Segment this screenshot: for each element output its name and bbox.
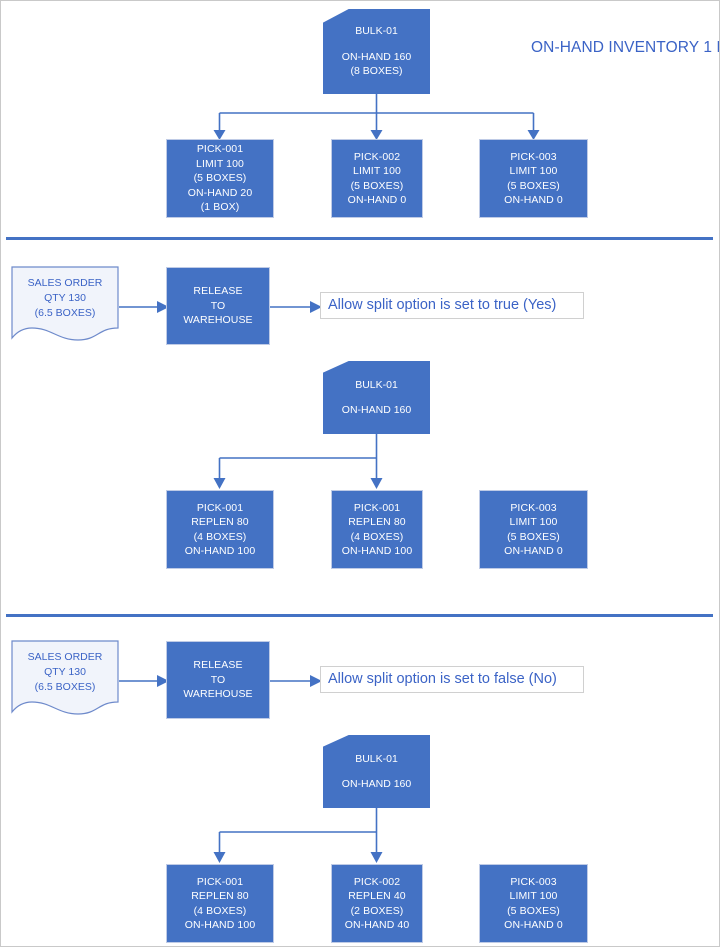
pick-line2-1-3: (5 BOXES) bbox=[507, 179, 560, 192]
pick-id-1-1: PICK-001 bbox=[196, 143, 244, 156]
pick-box-2-2[interactable]: PICK-001 REPLEN 80 (4 BOXES) ON-HAND 100 bbox=[331, 490, 423, 569]
pick-line3-2-1: ON-HAND 100 bbox=[184, 545, 256, 557]
pick-line2-2-2: (4 BOXES) bbox=[350, 530, 404, 543]
pick-line2-2-3: (5 BOXES) bbox=[507, 530, 560, 543]
allow-split-note-text-2: Allow split option is set to true (Yes) bbox=[328, 297, 557, 314]
pick-id-2-2: PICK-001 bbox=[353, 501, 401, 514]
pick-line3-1-3: ON-HAND 0 bbox=[504, 194, 563, 206]
pick-line1-1-3: LIMIT 100 bbox=[509, 165, 558, 177]
pick-line2-3-2: (2 BOXES) bbox=[350, 904, 404, 917]
arrow-order-to-release-3 bbox=[119, 675, 169, 687]
pick-line1-1-2: LIMIT 100 bbox=[353, 165, 401, 177]
section-divider-2 bbox=[6, 614, 713, 617]
pick-box-3-1[interactable]: PICK-001 REPLEN 80 (4 BOXES) ON-HAND 100 bbox=[166, 864, 274, 943]
sales-order-text-2: SALES ORDER QTY 130 (6.5 BOXES) bbox=[11, 276, 119, 321]
diagram-canvas: ON-HAND INVENTORY 1 BOX = 20 PCS BULK-01… bbox=[0, 0, 720, 947]
pick-box-2-1[interactable]: PICK-001 REPLEN 80 (4 BOXES) ON-HAND 100 bbox=[166, 490, 274, 569]
pick-line2-1-2: (5 BOXES) bbox=[350, 179, 404, 192]
pick-id-3-1: PICK-001 bbox=[196, 875, 244, 888]
pick-line3-3-1: ON-HAND 100 bbox=[184, 919, 256, 931]
pick-line3-3-2: ON-HAND 40 bbox=[344, 919, 410, 931]
release-line3-3: WAREHOUSE bbox=[183, 688, 253, 701]
pick-line3-3-3: ON-HAND 0 bbox=[504, 919, 563, 931]
pick-line3-1-2: ON-HAND 0 bbox=[347, 194, 407, 206]
pick-line3-2-2: ON-HAND 100 bbox=[341, 545, 413, 557]
pick-box-3-2[interactable]: PICK-002 REPLEN 40 (2 BOXES) ON-HAND 40 bbox=[331, 864, 423, 943]
arrow-release-to-note-2 bbox=[270, 301, 322, 313]
pick-id-1-2: PICK-002 bbox=[353, 150, 401, 163]
pick-id-3-3: PICK-003 bbox=[510, 875, 557, 888]
release-line1-3: RELEASE bbox=[193, 659, 243, 672]
pick-line2-3-3: (5 BOXES) bbox=[507, 904, 560, 917]
pick-line1-3-1: REPLEN 80 bbox=[191, 890, 249, 902]
release-line3-2: WAREHOUSE bbox=[183, 314, 253, 327]
pick-line1-1-1: LIMIT 100 bbox=[196, 157, 244, 170]
pick-box-2-3[interactable]: PICK-003 LIMIT 100 (5 BOXES) ON-HAND 0 bbox=[479, 490, 588, 569]
sales-order-document-3[interactable]: SALES ORDER QTY 130 (6.5 BOXES) bbox=[11, 640, 119, 718]
pick-line1-2-2: REPLEN 80 bbox=[348, 516, 406, 528]
allow-split-note-text-3: Allow split option is set to false (No) bbox=[328, 671, 557, 688]
pick-line1-2-1: REPLEN 80 bbox=[191, 516, 249, 528]
pick-box-1-2[interactable]: PICK-002 LIMIT 100 (5 BOXES) ON-HAND 0 bbox=[331, 139, 423, 218]
pick-line1-3-3: LIMIT 100 bbox=[509, 890, 558, 902]
allow-split-note-3: Allow split option is set to false (No) bbox=[320, 666, 584, 693]
allow-split-note-2: Allow split option is set to true (Yes) bbox=[320, 292, 584, 319]
sales-order-line1-3: SALES ORDER bbox=[27, 651, 103, 663]
sales-order-document-2[interactable]: SALES ORDER QTY 130 (6.5 BOXES) bbox=[11, 266, 119, 344]
section-divider-1 bbox=[6, 237, 713, 240]
pick-line1-3-2: REPLEN 40 bbox=[348, 890, 406, 902]
release-line2-3: TO bbox=[210, 673, 226, 686]
pick-line3-1-1: ON-HAND 20 bbox=[187, 186, 253, 199]
sales-order-line2-3: QTY 130 bbox=[44, 666, 86, 678]
sales-order-line2-2: QTY 130 bbox=[44, 292, 86, 304]
pick-line2-3-1: (4 BOXES) bbox=[193, 904, 247, 917]
pick-line2-2-1: (4 BOXES) bbox=[193, 530, 247, 543]
pick-line3-2-3: ON-HAND 0 bbox=[504, 545, 563, 557]
sales-order-line3-2: (6.5 BOXES) bbox=[34, 307, 96, 319]
pick-id-2-3: PICK-003 bbox=[510, 501, 557, 514]
pick-id-2-1: PICK-001 bbox=[196, 501, 244, 514]
pick-box-1-3[interactable]: PICK-003 LIMIT 100 (5 BOXES) ON-HAND 0 bbox=[479, 139, 588, 218]
sales-order-text-3: SALES ORDER QTY 130 (6.5 BOXES) bbox=[11, 650, 119, 695]
arrow-order-to-release-2 bbox=[119, 301, 169, 313]
pick-line1-2-3: LIMIT 100 bbox=[509, 516, 558, 528]
sales-order-line3-3: (6.5 BOXES) bbox=[34, 681, 96, 693]
connector-tree-3 bbox=[213, 808, 383, 863]
release-line2-2: TO bbox=[210, 299, 226, 312]
sales-order-line1-2: SALES ORDER bbox=[27, 277, 103, 289]
pick-line2-1-1: (5 BOXES) bbox=[193, 172, 247, 185]
release-to-warehouse-box-3[interactable]: RELEASE TO WAREHOUSE bbox=[166, 641, 270, 719]
pick-box-3-3[interactable]: PICK-003 LIMIT 100 (5 BOXES) ON-HAND 0 bbox=[479, 864, 588, 943]
arrow-release-to-note-3 bbox=[270, 675, 322, 687]
release-line1-2: RELEASE bbox=[193, 285, 243, 298]
pick-box-1-1[interactable]: PICK-001 LIMIT 100 (5 BOXES) ON-HAND 20 … bbox=[166, 139, 274, 218]
pick-id-3-2: PICK-002 bbox=[353, 875, 401, 888]
release-to-warehouse-box-2[interactable]: RELEASE TO WAREHOUSE bbox=[166, 267, 270, 345]
pick-line4-1-1: (1 BOX) bbox=[200, 201, 240, 214]
connector-tree-2 bbox=[213, 434, 383, 489]
pick-id-1-3: PICK-003 bbox=[510, 150, 557, 163]
